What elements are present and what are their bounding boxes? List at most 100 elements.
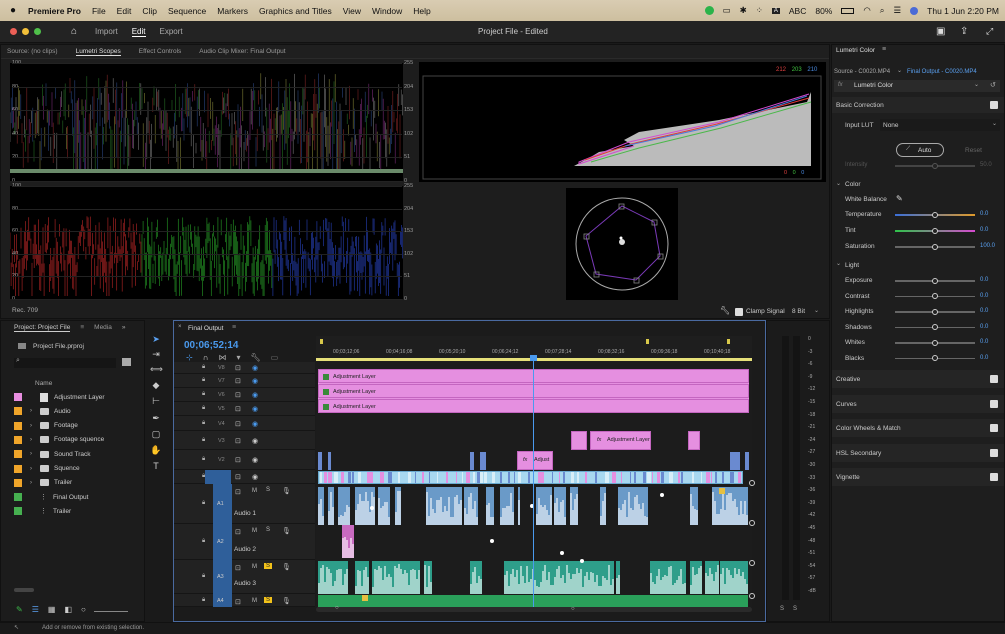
color-section-label[interactable]: Color <box>845 181 861 188</box>
slider-knob[interactable] <box>932 277 938 284</box>
v1-clip[interactable] <box>428 472 431 483</box>
audio-clip[interactable] <box>424 561 432 594</box>
ruler-marker[interactable] <box>646 339 649 344</box>
home-icon[interactable]: ⌂ <box>71 26 77 37</box>
app-menu[interactable]: Premiere Pro <box>28 6 81 16</box>
keyframe[interactable] <box>560 551 564 555</box>
bluetooth-icon[interactable]: ✱ <box>740 5 747 16</box>
v1-clip[interactable] <box>462 472 464 483</box>
lumetri-section-label[interactable]: Color Wheels & Match <box>836 425 901 432</box>
color-row-value[interactable]: 100.0 <box>980 243 995 249</box>
audio-clip[interactable] <box>536 487 552 525</box>
expand-chevron-icon[interactable]: › <box>30 423 32 429</box>
audio-track-id[interactable]: A4 <box>217 598 224 604</box>
slider-knob[interactable] <box>932 339 938 346</box>
sync-lock-icon[interactable]: ⊡ <box>235 391 241 399</box>
v1-clip[interactable] <box>358 472 362 483</box>
tab-source[interactable]: Source: (no clips) <box>7 48 58 55</box>
pen-tool-icon[interactable]: ✒ <box>150 413 162 425</box>
track-name[interactable]: V3 <box>218 438 225 444</box>
eye-icon[interactable]: ◉ <box>252 377 258 385</box>
v1-clip[interactable] <box>414 472 417 483</box>
v1-clip[interactable] <box>499 472 502 483</box>
battery-icon[interactable] <box>841 7 855 14</box>
window-zoom-button[interactable] <box>34 28 41 35</box>
icon-view-icon[interactable]: ▦ <box>48 605 56 614</box>
keyframe[interactable] <box>370 506 374 510</box>
mic-icon[interactable]: 🎙︎ <box>282 487 291 495</box>
green-status-icon[interactable] <box>704 6 714 15</box>
project-search-input[interactable] <box>14 358 116 368</box>
track-end-handle[interactable] <box>749 560 755 566</box>
v2-clip[interactable] <box>730 452 740 470</box>
expand-chevron-icon[interactable]: › <box>30 451 32 457</box>
slider-knob[interactable] <box>932 227 938 234</box>
light-row-value[interactable]: 0.0 <box>980 277 988 283</box>
adjustment-clip[interactable]: fx Adjust <box>517 451 553 470</box>
solo-button[interactable]: S <box>264 597 273 603</box>
captions-icon[interactable]: ▭ <box>271 353 279 362</box>
clamp-signal-checkbox[interactable] <box>735 308 743 316</box>
v1-clip[interactable] <box>370 472 373 483</box>
v1-clip[interactable] <box>421 472 424 483</box>
window-minimize-button[interactable] <box>22 28 29 35</box>
timeline-close-icon[interactable]: × <box>178 324 182 330</box>
project-name-column[interactable]: Name <box>35 380 52 387</box>
tab-export[interactable]: Export <box>160 27 183 36</box>
eye-icon[interactable]: ◉ <box>252 364 258 372</box>
audio-clip[interactable] <box>720 561 748 594</box>
snap-icon[interactable]: ∩ <box>203 353 209 362</box>
track-name[interactable]: V4 <box>218 421 225 427</box>
list-view-icon[interactable]: ☰ <box>32 605 39 614</box>
v1-clip[interactable] <box>351 472 354 483</box>
v1-clip[interactable] <box>677 472 681 483</box>
v1-clip[interactable] <box>563 472 565 483</box>
audio-clip[interactable] <box>712 487 748 525</box>
audio-clip[interactable] <box>616 561 620 594</box>
sync-lock-icon[interactable]: ⊡ <box>235 364 241 372</box>
solo-button[interactable]: S <box>264 487 272 493</box>
ruler-marker[interactable] <box>320 339 323 344</box>
project-item[interactable]: › Audio <box>14 404 142 418</box>
v1-target[interactable] <box>205 470 231 484</box>
audio-clip[interactable] <box>486 487 494 525</box>
effect-chevron-icon[interactable]: ⌄ <box>974 81 979 88</box>
lumetri-section-checkbox[interactable] <box>990 448 998 457</box>
v1-clip[interactable] <box>721 472 724 483</box>
project-search-icon[interactable]: ⌕ <box>16 357 20 365</box>
light-row-slider[interactable] <box>895 324 975 330</box>
menu-help[interactable]: Help <box>413 6 430 16</box>
v1-clip[interactable] <box>492 472 495 483</box>
project-item[interactable]: › Trailer <box>14 476 142 490</box>
spotlight-icon[interactable]: ⌕ <box>880 5 885 16</box>
v1-clip[interactable] <box>656 472 661 483</box>
v1-clip[interactable] <box>437 472 439 483</box>
light-row-value[interactable]: 0.0 <box>980 308 988 314</box>
track-name[interactable]: V2 <box>218 457 225 463</box>
dots-icon[interactable]: ⁘ <box>756 5 763 16</box>
lumetri-target[interactable]: Final Output - C0020.MP4 <box>907 69 977 75</box>
project-menu-icon[interactable]: ≡ <box>80 324 84 332</box>
hand-tool-icon[interactable]: ✋ <box>150 445 162 457</box>
eye-icon[interactable]: ◉ <box>252 420 258 428</box>
sync-lock-icon[interactable]: ⊡ <box>235 420 241 428</box>
v1-clip[interactable] <box>328 472 332 483</box>
v1-clip[interactable] <box>651 472 653 483</box>
menu-graphics[interactable]: Graphics and Titles <box>259 6 332 16</box>
pencil-icon[interactable]: ✎ <box>16 605 23 614</box>
color-row-value[interactable]: 0.0 <box>980 227 988 233</box>
audio-clip[interactable] <box>650 561 686 594</box>
wrench-icon[interactable]: 🔧︎ <box>720 306 730 315</box>
lock-icon[interactable]: 🔒︎ <box>202 405 205 412</box>
input-lut-chevron-icon[interactable]: ⌄ <box>992 120 997 127</box>
v1-clip[interactable] <box>714 472 717 483</box>
lumetri-section-header[interactable] <box>832 394 1004 413</box>
menu-edit[interactable]: Edit <box>117 6 132 16</box>
apple-icon[interactable]: ● <box>10 5 16 16</box>
v1-clip[interactable] <box>514 472 516 483</box>
slider-knob[interactable] <box>932 293 938 299</box>
track-end-handle[interactable] <box>749 593 755 599</box>
audio-clip[interactable] <box>470 561 482 594</box>
v1-clip[interactable] <box>323 472 328 483</box>
lock-icon[interactable]: 🔒︎ <box>202 456 205 463</box>
